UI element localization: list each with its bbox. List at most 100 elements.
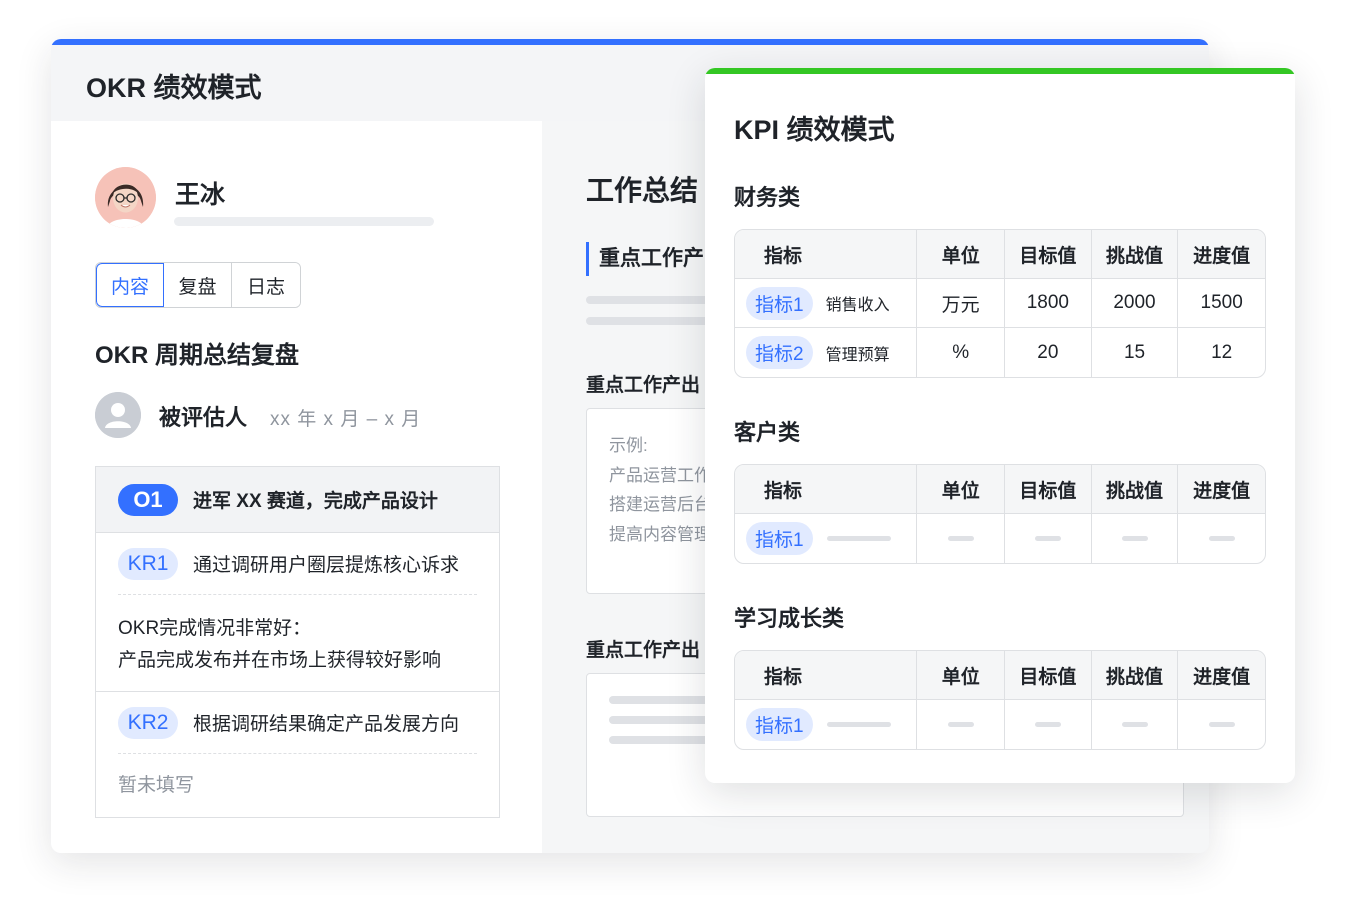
empty-value-dash [947,722,974,727]
work-summary-title: 工作总结 [586,175,699,206]
target-cell: 20 [1005,328,1092,377]
empty-value-dash [1121,722,1148,727]
user-info-placeholder [174,217,434,226]
focus-output-title-2: 重点工作产出 [586,640,701,661]
section-title: OKR 周期总结复盘 [95,342,299,369]
table-header-row: 指标 单位 目标值 挑战值 进度值 [735,651,1265,700]
okr-objective-box: O1 进军 XX 赛道，完成产品设计 KR1 通过调研用户圈层提炼核心诉求 OK… [95,466,500,818]
stage: OKR 绩效模式 王冰 内容 复盘 日志 OKR 周期总结复盘 被评估人 xx … [0,0,1347,917]
empty-value-dash [1208,536,1235,541]
indicator-badge: 指标1 [746,286,813,320]
person-icon [95,392,141,438]
key-result-summary-line: 产品完成发布并在市场上获得较好影响 [118,650,442,671]
indicator-cell: 指标1 销售收入 [735,279,918,327]
kpi-table-learning: 指标 单位 目标值 挑战值 进度值 指标1 [734,650,1266,750]
header-challenge: 挑战值 [1092,651,1179,699]
kpi-title: KPI 绩效模式 [734,115,895,145]
target-cell: 1800 [1005,279,1092,327]
tab-review[interactable]: 复盘 [164,263,232,307]
empty-value-dash [1208,722,1235,727]
indicator-name-placeholder [826,536,891,541]
user-avatar-icon [95,167,156,228]
progress-cell [1178,514,1265,563]
header-indicator: 指标 [735,651,918,699]
okr-accent-bar [51,39,1209,45]
key-result-text: 根据调研结果确定产品发展方向 [193,714,460,735]
empty-value-dash [1034,536,1061,541]
table-header-row: 指标 单位 目标值 挑战值 进度值 [735,465,1265,514]
key-result-badge: KR2 [118,706,178,739]
challenge-cell [1092,700,1179,749]
unit-cell: % [917,328,1005,377]
unit-cell: 万元 [917,279,1005,327]
table-row[interactable]: 指标1 [735,514,1265,563]
empty-value-dash [1121,536,1148,541]
avatar [95,167,156,228]
indicator-name: 销售收入 [825,297,890,314]
reviewee-period: xx 年 x 月 – x 月 [270,409,422,430]
header-challenge: 挑战值 [1092,230,1179,278]
indicator-badge: 指标2 [746,336,813,369]
header-target: 目标值 [1005,465,1092,513]
objective-text: 进军 XX 赛道，完成产品设计 [193,491,438,512]
header-indicator: 指标 [735,465,918,513]
target-cell [1005,700,1092,749]
progress-cell: 12 [1211,341,1233,363]
focus-work-heading: 重点工作产 [586,242,704,276]
key-result-empty-text[interactable]: 暂未填写 [118,754,477,814]
indicator-badge: 指标1 [746,522,813,555]
focus-output-title: 重点工作产出 [586,375,701,396]
kpi-table-customer: 指标 单位 目标值 挑战值 进度值 指标1 [734,464,1266,564]
empty-value-dash [947,536,974,541]
header-progress: 进度值 [1193,666,1251,688]
okr-left-panel: 王冰 内容 复盘 日志 OKR 周期总结复盘 被评估人 xx 年 x 月 – x… [51,121,542,853]
table-row[interactable]: 指标1 [735,700,1265,749]
indicator-cell: 指标2 管理预算 [735,328,918,377]
header-progress: 进度值 [1193,245,1251,267]
challenge-cell [1092,514,1179,563]
header-unit: 单位 [917,651,1006,699]
tab-log[interactable]: 日志 [232,263,300,307]
category-title-finance: 财务类 [734,185,801,210]
unit-cell [917,700,1005,749]
objective-row[interactable]: O1 进军 XX 赛道，完成产品设计 [96,467,499,533]
header-challenge: 挑战值 [1092,465,1179,513]
kpi-card: KPI 绩效模式 财务类 指标 单位 目标值 挑战值 进度值 指标1 销售收入 … [705,68,1295,783]
indicator-name: 管理预算 [825,346,890,364]
table-row[interactable]: 指标1 销售收入 万元 1800 2000 1500 [735,279,1265,328]
user-name: 王冰 [175,181,226,209]
header-target: 目标值 [1005,230,1092,278]
header-unit: 单位 [917,465,1006,513]
header-unit: 单位 [917,230,1006,278]
progress-cell: 1500 [1200,292,1243,313]
indicator-cell: 指标1 [735,514,918,563]
target-cell [1005,514,1092,563]
key-result-summary-line: OKR完成情况非常好： [118,618,312,639]
challenge-cell: 2000 [1092,279,1179,327]
table-row[interactable]: 指标2 管理预算 % 20 15 12 [735,328,1265,377]
key-result-head[interactable]: KR1 通过调研用户圈层提炼核心诉求 [118,533,477,595]
header-target: 目标值 [1005,651,1092,699]
header-indicator: 指标 [735,230,918,278]
unit-cell [917,514,1005,563]
key-result-head[interactable]: KR2 根据调研结果确定产品发展方向 [118,692,477,754]
key-result-text: 通过调研用户圈层提炼核心诉求 [193,555,460,576]
kpi-table-finance: 指标 单位 目标值 挑战值 进度值 指标1 销售收入 万元 1800 2000 … [734,229,1266,378]
empty-value-dash [1034,722,1061,727]
table-header-row: 指标 单位 目标值 挑战值 进度值 [735,230,1265,279]
indicator-badge: 指标1 [746,708,813,741]
key-result-badge: KR1 [118,547,178,580]
tab-content[interactable]: 内容 [96,263,164,307]
reviewee-avatar [95,392,141,438]
category-title-customer: 客户类 [734,420,801,445]
key-result-1: KR1 通过调研用户圈层提炼核心诉求 OKR完成情况非常好： 产品完成发布并在市… [96,533,499,692]
key-result-summary[interactable]: OKR完成情况非常好： 产品完成发布并在市场上获得较好影响 [118,595,477,691]
indicator-name-placeholder [826,722,891,727]
key-result-2: KR2 根据调研结果确定产品发展方向 暂未填写 [96,692,499,814]
okr-title: OKR 绩效模式 [86,73,262,103]
progress-cell [1178,700,1265,749]
header-progress: 进度值 [1193,480,1251,502]
reviewee-label: 被评估人 [159,405,248,430]
okr-tabs: 内容 复盘 日志 [95,262,301,308]
kpi-accent-bar [705,68,1295,74]
